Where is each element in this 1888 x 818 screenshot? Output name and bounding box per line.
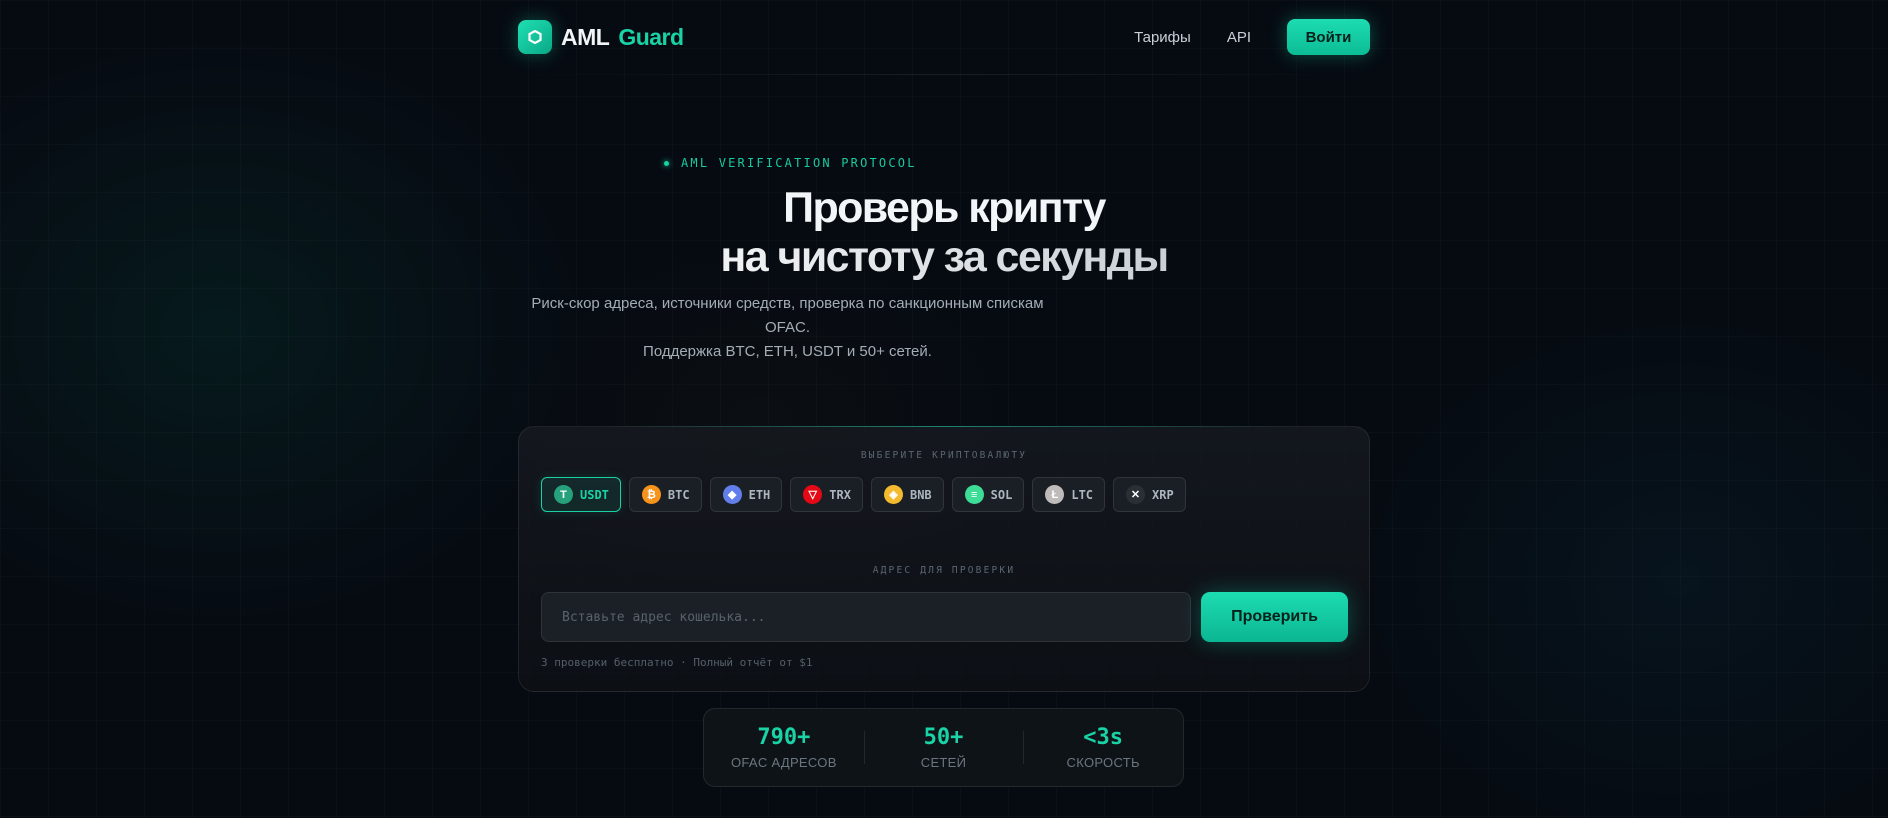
logo[interactable]: AML Guard bbox=[518, 20, 684, 54]
currency-chip-sol[interactable]: ≡ SOL bbox=[951, 477, 1025, 512]
currency-chip-bnb[interactable]: ◈ BNB bbox=[870, 477, 944, 512]
currency-chip-eth[interactable]: ◆ ETH bbox=[709, 477, 783, 512]
site-header: AML Guard Тарифы API Войти bbox=[518, 18, 1370, 74]
hero-title-line2: на чистоту за секунды bbox=[540, 233, 1348, 282]
address-input[interactable] bbox=[560, 608, 1172, 626]
nav-link-api[interactable]: API bbox=[1227, 29, 1251, 46]
hero-eyebrow: AML VERIFICATION PROTOCOL bbox=[664, 156, 917, 170]
eth-icon: ◆ bbox=[722, 485, 742, 504]
currency-selector: T USDT ₿ BTC ◆ ETH ▽ TRX ◈ BNB ≡ SOL Ł LTC ✕ XRP bbox=[541, 477, 1194, 512]
currency-chip-label: XRP bbox=[1152, 487, 1174, 502]
hero-subtitle-line2: Поддержка BTC, ETH, USDT и 50+ сетей. bbox=[643, 343, 932, 360]
stat-speed: <3s СКОРОСТЬ bbox=[1023, 725, 1183, 770]
currency-chip-label: USDT bbox=[580, 487, 609, 502]
currency-chip-btc[interactable]: ₿ BTC bbox=[628, 477, 702, 512]
currency-chip-label: SOL bbox=[990, 487, 1013, 502]
bnb-icon: ◈ bbox=[883, 485, 903, 504]
currency-chip-trx[interactable]: ▽ TRX bbox=[790, 477, 863, 512]
header-divider bbox=[518, 74, 1370, 75]
stat-label: OFAC АДРЕСОВ bbox=[730, 755, 837, 770]
stat-value: <3s bbox=[1083, 725, 1124, 750]
currency-caption: ВЫБЕРИТЕ КРИПТОВАЛЮТУ bbox=[860, 450, 1028, 461]
stat-value: 50+ bbox=[923, 725, 964, 750]
stat-label: СКОРОСТЬ bbox=[1066, 755, 1140, 770]
brand-name-accent: Guard bbox=[618, 23, 684, 50]
hexagon-logo-icon bbox=[518, 20, 552, 54]
currency-chip-ltc[interactable]: Ł LTC bbox=[1032, 477, 1106, 512]
address-caption: АДРЕС ДЛЯ ПРОВЕРКИ bbox=[872, 565, 1016, 576]
brand-name: AML bbox=[561, 23, 610, 50]
btc-icon: ₿ bbox=[641, 485, 661, 504]
nav-link-pricing[interactable]: Тарифы bbox=[1134, 29, 1191, 46]
currency-chip-xrp[interactable]: ✕ XRP bbox=[1113, 477, 1186, 512]
hero-title: Проверь крипту на чистоту за секунды bbox=[540, 184, 1348, 282]
currency-chip-label: BNB bbox=[909, 487, 932, 502]
currency-chip-usdt[interactable]: T USDT bbox=[541, 477, 621, 512]
stat-value: 790+ bbox=[757, 725, 811, 750]
hero-title-line1: Проверь крипту bbox=[783, 184, 1106, 232]
main-nav: Тарифы API Войти bbox=[1134, 19, 1370, 55]
hero-subtitle-line1: Риск-скор адреса, источники средств, про… bbox=[531, 295, 1044, 336]
ltc-icon: Ł bbox=[1045, 485, 1065, 504]
background-grid bbox=[0, 0, 1888, 818]
hero-eyebrow-text: AML VERIFICATION PROTOCOL bbox=[681, 156, 917, 170]
xrp-icon: ✕ bbox=[1126, 485, 1146, 504]
currency-chip-label: BTC bbox=[667, 487, 690, 502]
trx-icon: ▽ bbox=[803, 485, 823, 504]
currency-chip-label: ETH bbox=[748, 487, 771, 502]
status-dot-icon bbox=[664, 160, 669, 166]
stats-bar: 790+ OFAC АДРЕСОВ 50+ СЕТЕЙ <3s СКОРОСТЬ bbox=[703, 708, 1184, 787]
background-glow bbox=[0, 0, 1888, 818]
currency-chip-label: LTC bbox=[1071, 487, 1094, 502]
stat-label: СЕТЕЙ bbox=[920, 755, 967, 770]
currency-chip-label: TRX bbox=[829, 487, 851, 502]
address-field[interactable] bbox=[541, 592, 1191, 642]
hero-subtitle: Риск-скор адреса, источники средств, про… bbox=[530, 292, 1045, 364]
usdt-icon: T bbox=[554, 485, 573, 504]
sol-icon: ≡ bbox=[964, 485, 984, 504]
check-button[interactable]: Проверить bbox=[1201, 592, 1348, 642]
stat-ofac: 790+ OFAC АДРЕСОВ bbox=[704, 725, 864, 770]
pricing-note: 3 проверки бесплатно · Полный отчёт от $… bbox=[541, 656, 813, 669]
aml-check-card: ВЫБЕРИТЕ КРИПТОВАЛЮТУ T USDT ₿ BTC ◆ ETH ▽ TRX ◈… bbox=[518, 426, 1370, 692]
login-button[interactable]: Войти bbox=[1287, 19, 1370, 55]
card-top-glow bbox=[599, 426, 1289, 427]
stat-networks: 50+ СЕТЕЙ bbox=[863, 725, 1024, 770]
